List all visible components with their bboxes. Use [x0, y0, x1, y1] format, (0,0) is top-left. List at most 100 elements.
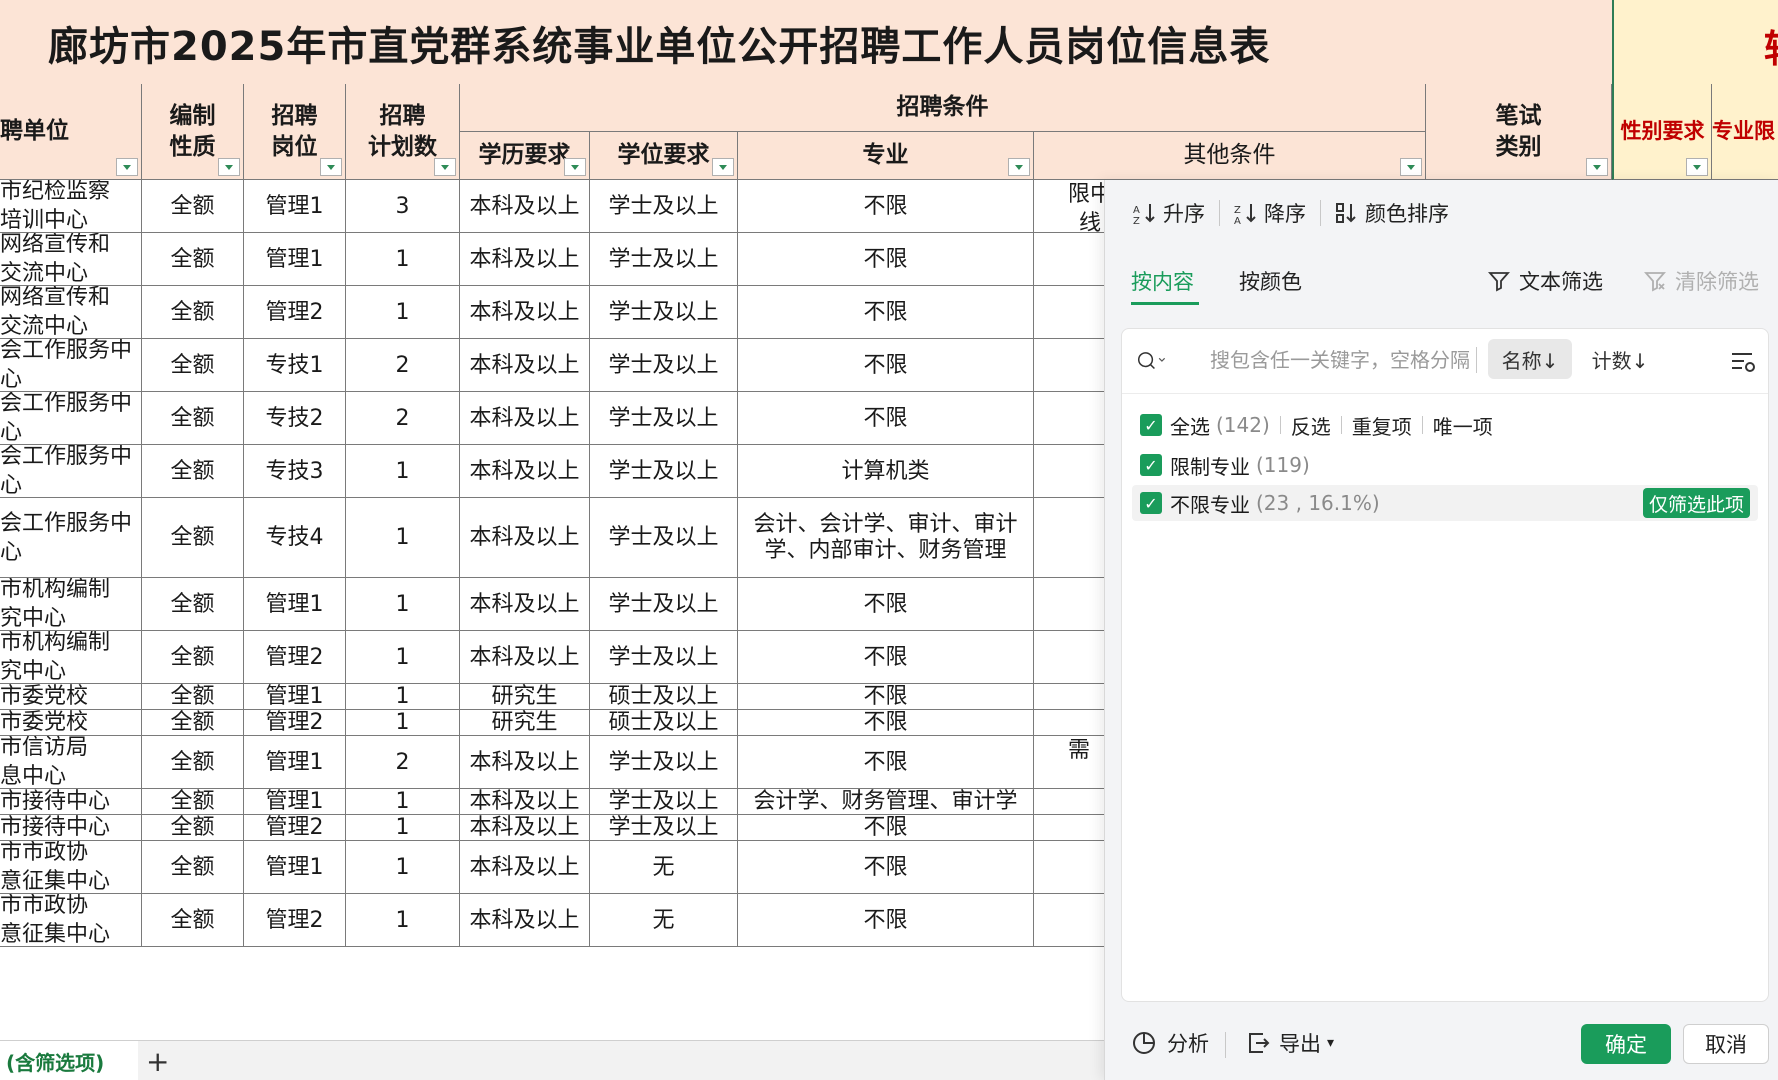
sort-asc-button[interactable]: AZ 升序: [1105, 198, 1219, 228]
add-sheet-button[interactable]: +: [146, 1045, 169, 1078]
filter-dropdown-icon[interactable]: [564, 158, 586, 176]
cell-nature[interactable]: 全额: [142, 894, 244, 947]
cell-post[interactable]: 管理1: [244, 578, 346, 631]
cell-unit[interactable]: 市委党校: [0, 710, 142, 736]
cell-major[interactable]: 不限: [738, 684, 1034, 710]
cell-nature[interactable]: 全额: [142, 841, 244, 894]
filter-value-item[interactable]: ✓ 不限专业 (23 , 16.1%) 仅筛选此项: [1132, 485, 1758, 521]
cell-nature[interactable]: 全额: [142, 736, 244, 789]
cell-major[interactable]: 不限: [738, 180, 1034, 233]
header-exam[interactable]: 笔试 类别: [1426, 84, 1612, 180]
cell-post[interactable]: 专技1: [244, 339, 346, 392]
cell-major[interactable]: 不限: [738, 710, 1034, 736]
header-edu[interactable]: 学历要求: [460, 132, 590, 180]
cell-unit[interactable]: 市市政协 意征集中心: [0, 894, 142, 947]
cell-post[interactable]: 专技2: [244, 392, 346, 445]
text-filter-button[interactable]: 文本筛选: [1487, 266, 1603, 296]
cell-degree[interactable]: 学士及以上: [590, 498, 738, 578]
filter-dropdown-icon[interactable]: [116, 158, 138, 176]
cell-unit[interactable]: 网络宣传和 交流中心: [0, 233, 142, 286]
unique-link[interactable]: 唯一项: [1433, 411, 1493, 440]
cell-nature[interactable]: 全额: [142, 233, 244, 286]
header-major[interactable]: 专业: [738, 132, 1034, 180]
cell-edu[interactable]: 本科及以上: [460, 498, 590, 578]
cell-post[interactable]: 管理2: [244, 894, 346, 947]
cell-unit[interactable]: 会工作服务中 心: [0, 339, 142, 392]
cell-degree[interactable]: 学士及以上: [590, 736, 738, 789]
cell-major[interactable]: 不限: [738, 578, 1034, 631]
cell-nature[interactable]: 全额: [142, 339, 244, 392]
cell-unit[interactable]: 市接待中心: [0, 815, 142, 841]
cell-unit[interactable]: 网络宣传和 交流中心: [0, 286, 142, 339]
cell-degree[interactable]: 学士及以上: [590, 233, 738, 286]
filter-value-item[interactable]: ✓ 限制专业 (119): [1132, 447, 1758, 483]
cell-nature[interactable]: 全额: [142, 631, 244, 684]
color-sort-button[interactable]: 颜色排序: [1321, 198, 1463, 228]
checkbox-checked-icon[interactable]: ✓: [1140, 492, 1162, 514]
sort-by-count-chip[interactable]: 计数↓: [1578, 339, 1662, 379]
cell-unit[interactable]: 市机构编制 究中心: [0, 578, 142, 631]
cell-nature[interactable]: 全额: [142, 578, 244, 631]
cell-post[interactable]: 专技4: [244, 498, 346, 578]
cell-degree[interactable]: 无: [590, 894, 738, 947]
cell-degree[interactable]: 学士及以上: [590, 789, 738, 815]
filter-dropdown-icon[interactable]: [712, 158, 734, 176]
cell-nature[interactable]: 全额: [142, 392, 244, 445]
cell-post[interactable]: 管理1: [244, 233, 346, 286]
cell-edu[interactable]: 研究生: [460, 684, 590, 710]
header-plan[interactable]: 招聘 计划数: [346, 84, 460, 180]
filter-dropdown-icon[interactable]: [1400, 158, 1422, 176]
sort-by-name-chip[interactable]: 名称↓: [1488, 339, 1572, 379]
cell-major[interactable]: 不限: [738, 841, 1034, 894]
confirm-button[interactable]: 确定: [1581, 1024, 1671, 1064]
cell-plan[interactable]: 1: [346, 445, 460, 498]
cell-edu[interactable]: 研究生: [460, 710, 590, 736]
cell-plan[interactable]: 1: [346, 841, 460, 894]
cell-major[interactable]: 不限: [738, 736, 1034, 789]
cell-plan[interactable]: 1: [346, 578, 460, 631]
cell-post[interactable]: 管理2: [244, 710, 346, 736]
cell-unit[interactable]: 会工作服务中 心: [0, 392, 142, 445]
cell-major[interactable]: 不限: [738, 815, 1034, 841]
analyze-button[interactable]: 分析: [1131, 1028, 1209, 1058]
cell-edu[interactable]: 本科及以上: [460, 736, 590, 789]
cell-unit[interactable]: 会工作服务中 心: [0, 498, 142, 578]
sort-desc-button[interactable]: ZA 降序: [1220, 198, 1320, 228]
header-post[interactable]: 招聘 岗位: [244, 84, 346, 180]
cell-edu[interactable]: 本科及以上: [460, 339, 590, 392]
cell-edu[interactable]: 本科及以上: [460, 789, 590, 815]
cell-nature[interactable]: 全额: [142, 684, 244, 710]
header-other[interactable]: 其他条件: [1034, 132, 1426, 180]
cell-edu[interactable]: 本科及以上: [460, 894, 590, 947]
cell-major[interactable]: 不限: [738, 339, 1034, 392]
search-input[interactable]: [1208, 341, 1482, 379]
cell-edu[interactable]: 本科及以上: [460, 631, 590, 684]
filter-dropdown-icon[interactable]: [1008, 158, 1030, 176]
header-nature[interactable]: 编制 性质: [142, 84, 244, 180]
cell-plan[interactable]: 1: [346, 233, 460, 286]
cell-nature[interactable]: 全额: [142, 180, 244, 233]
cell-plan[interactable]: 1: [346, 684, 460, 710]
export-button[interactable]: 导出 ▾: [1245, 1028, 1334, 1058]
cell-unit[interactable]: 市信访局 息中心: [0, 736, 142, 789]
filter-dropdown-icon[interactable]: [434, 158, 456, 176]
cell-edu[interactable]: 本科及以上: [460, 841, 590, 894]
cell-plan[interactable]: 1: [346, 498, 460, 578]
header-unit[interactable]: 聘单位: [0, 84, 142, 180]
tab-by-color[interactable]: 按颜色: [1239, 266, 1302, 296]
cell-unit[interactable]: 市委党校: [0, 684, 142, 710]
cell-major[interactable]: 不限: [738, 286, 1034, 339]
cell-nature[interactable]: 全额: [142, 815, 244, 841]
cell-degree[interactable]: 学士及以上: [590, 445, 738, 498]
header-major-limit[interactable]: 专业限: [1712, 84, 1778, 180]
cell-nature[interactable]: 全额: [142, 710, 244, 736]
cell-nature[interactable]: 全额: [142, 789, 244, 815]
cell-post[interactable]: 专技3: [244, 445, 346, 498]
checkbox-checked-icon[interactable]: ✓: [1140, 414, 1162, 436]
cell-post[interactable]: 管理2: [244, 815, 346, 841]
cell-degree[interactable]: 学士及以上: [590, 578, 738, 631]
cell-degree[interactable]: 学士及以上: [590, 392, 738, 445]
list-options-icon[interactable]: [1730, 349, 1756, 375]
cell-degree[interactable]: 学士及以上: [590, 631, 738, 684]
cell-plan[interactable]: 1: [346, 894, 460, 947]
